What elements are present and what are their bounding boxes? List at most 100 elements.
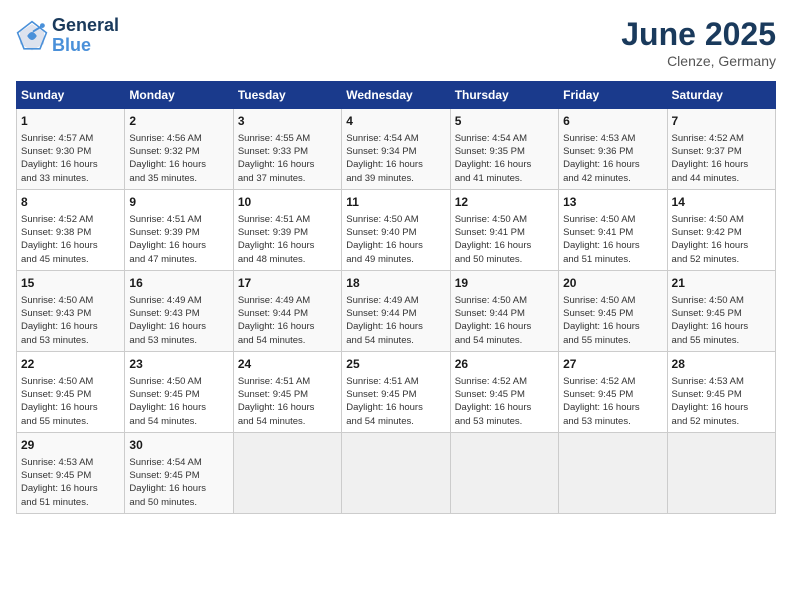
day-number: 3 (238, 113, 337, 130)
calendar-cell: 30 Sunrise: 4:54 AM Sunset: 9:45 PM Dayli… (125, 432, 233, 513)
day-number: 13 (563, 194, 662, 211)
logo-line2: Blue (52, 35, 91, 55)
calendar-cell: 13 Sunrise: 4:50 AM Sunset: 9:41 PM Dayli… (559, 189, 667, 270)
calendar-cell (233, 432, 341, 513)
calendar-cell: 10 Sunrise: 4:51 AM Sunset: 9:39 PM Dayli… (233, 189, 341, 270)
day-number: 4 (346, 113, 445, 130)
day-number: 30 (129, 437, 228, 454)
day-info: Sunrise: 4:51 AM Sunset: 9:39 PM Dayligh… (238, 213, 337, 266)
logo-line1: General (52, 16, 119, 36)
calendar-title: June 2025 (621, 16, 776, 53)
day-info: Sunrise: 4:50 AM Sunset: 9:42 PM Dayligh… (672, 213, 771, 266)
day-info: Sunrise: 4:51 AM Sunset: 9:45 PM Dayligh… (238, 375, 337, 428)
calendar-cell (450, 432, 558, 513)
calendar-cell: 22Sunrise: 4:50 AM Sunset: 9:45 PM Dayli… (17, 351, 125, 432)
day-info: Sunrise: 4:50 AM Sunset: 9:41 PM Dayligh… (563, 213, 662, 266)
day-info: Sunrise: 4:54 AM Sunset: 9:34 PM Dayligh… (346, 132, 445, 185)
calendar-week-1: 8 Sunrise: 4:52 AM Sunset: 9:38 PM Daylig… (17, 189, 776, 270)
day-info: Sunrise: 4:53 AM Sunset: 9:45 PM Dayligh… (672, 375, 771, 428)
calendar-cell: 29 Sunrise: 4:53 AM Sunset: 9:45 PM Dayli… (17, 432, 125, 513)
calendar-cell: 5Sunrise: 4:54 AM Sunset: 9:35 PM Daylig… (450, 109, 558, 190)
day-number: 11 (346, 194, 445, 211)
calendar-cell: 26 Sunrise: 4:52 AM Sunset: 9:45 PM Dayli… (450, 351, 558, 432)
calendar-week-4: 29 Sunrise: 4:53 AM Sunset: 9:45 PM Dayli… (17, 432, 776, 513)
day-info: Sunrise: 4:57 AM Sunset: 9:30 PM Dayligh… (21, 132, 120, 185)
day-info: Sunrise: 4:56 AM Sunset: 9:32 PM Dayligh… (129, 132, 228, 185)
page-header: General Blue June 2025 Clenze, Germany (16, 16, 776, 69)
day-number: 7 (672, 113, 771, 130)
day-info: Sunrise: 4:50 AM Sunset: 9:44 PM Dayligh… (455, 294, 554, 347)
col-tuesday: Tuesday (233, 82, 341, 109)
calendar-week-3: 22Sunrise: 4:50 AM Sunset: 9:45 PM Dayli… (17, 351, 776, 432)
calendar-cell: 24Sunrise: 4:51 AM Sunset: 9:45 PM Dayli… (233, 351, 341, 432)
day-number: 1 (21, 113, 120, 130)
calendar-cell: 9 Sunrise: 4:51 AM Sunset: 9:39 PM Daylig… (125, 189, 233, 270)
col-wednesday: Wednesday (342, 82, 450, 109)
day-number: 20 (563, 275, 662, 292)
day-number: 21 (672, 275, 771, 292)
day-number: 17 (238, 275, 337, 292)
day-number: 15 (21, 275, 120, 292)
day-number: 23 (129, 356, 228, 373)
day-number: 16 (129, 275, 228, 292)
day-info: Sunrise: 4:50 AM Sunset: 9:43 PM Dayligh… (21, 294, 120, 347)
title-block: June 2025 Clenze, Germany (621, 16, 776, 69)
calendar-cell: 17Sunrise: 4:49 AM Sunset: 9:44 PM Dayli… (233, 270, 341, 351)
calendar-cell: 20 Sunrise: 4:50 AM Sunset: 9:45 PM Dayli… (559, 270, 667, 351)
calendar-cell: 2Sunrise: 4:56 AM Sunset: 9:32 PM Daylig… (125, 109, 233, 190)
calendar-cell: 23 Sunrise: 4:50 AM Sunset: 9:45 PM Dayli… (125, 351, 233, 432)
day-info: Sunrise: 4:51 AM Sunset: 9:45 PM Dayligh… (346, 375, 445, 428)
calendar-week-2: 15 Sunrise: 4:50 AM Sunset: 9:43 PM Dayli… (17, 270, 776, 351)
day-info: Sunrise: 4:54 AM Sunset: 9:35 PM Dayligh… (455, 132, 554, 185)
logo: General Blue (16, 16, 119, 56)
col-sunday: Sunday (17, 82, 125, 109)
day-number: 18 (346, 275, 445, 292)
day-number: 10 (238, 194, 337, 211)
day-info: Sunrise: 4:50 AM Sunset: 9:45 PM Dayligh… (129, 375, 228, 428)
day-info: Sunrise: 4:50 AM Sunset: 9:45 PM Dayligh… (563, 294, 662, 347)
day-info: Sunrise: 4:52 AM Sunset: 9:38 PM Dayligh… (21, 213, 120, 266)
calendar-table: Sunday Monday Tuesday Wednesday Thursday… (16, 81, 776, 514)
header-row: Sunday Monday Tuesday Wednesday Thursday… (17, 82, 776, 109)
day-number: 8 (21, 194, 120, 211)
col-saturday: Saturday (667, 82, 775, 109)
day-number: 9 (129, 194, 228, 211)
day-number: 19 (455, 275, 554, 292)
day-info: Sunrise: 4:52 AM Sunset: 9:45 PM Dayligh… (455, 375, 554, 428)
calendar-subtitle: Clenze, Germany (621, 53, 776, 69)
calendar-week-0: 1 Sunrise: 4:57 AM Sunset: 9:30 PM Daylig… (17, 109, 776, 190)
day-info: Sunrise: 4:50 AM Sunset: 9:41 PM Dayligh… (455, 213, 554, 266)
day-number: 25 (346, 356, 445, 373)
day-number: 29 (21, 437, 120, 454)
col-monday: Monday (125, 82, 233, 109)
calendar-cell: 18Sunrise: 4:49 AM Sunset: 9:44 PM Dayli… (342, 270, 450, 351)
day-info: Sunrise: 4:54 AM Sunset: 9:45 PM Dayligh… (129, 456, 228, 509)
calendar-cell: 21 Sunrise: 4:50 AM Sunset: 9:45 PM Dayli… (667, 270, 775, 351)
day-info: Sunrise: 4:51 AM Sunset: 9:39 PM Dayligh… (129, 213, 228, 266)
day-info: Sunrise: 4:53 AM Sunset: 9:36 PM Dayligh… (563, 132, 662, 185)
calendar-cell: 27Sunrise: 4:52 AM Sunset: 9:45 PM Dayli… (559, 351, 667, 432)
day-number: 14 (672, 194, 771, 211)
day-number: 26 (455, 356, 554, 373)
day-number: 28 (672, 356, 771, 373)
calendar-cell: 6Sunrise: 4:53 AM Sunset: 9:36 PM Daylig… (559, 109, 667, 190)
calendar-cell: 4 Sunrise: 4:54 AM Sunset: 9:34 PM Daylig… (342, 109, 450, 190)
logo-text: General Blue (52, 16, 119, 56)
calendar-cell: 11Sunrise: 4:50 AM Sunset: 9:40 PM Dayli… (342, 189, 450, 270)
day-info: Sunrise: 4:49 AM Sunset: 9:43 PM Dayligh… (129, 294, 228, 347)
logo-icon (16, 20, 48, 52)
calendar-cell: 3 Sunrise: 4:55 AM Sunset: 9:33 PM Daylig… (233, 109, 341, 190)
day-info: Sunrise: 4:50 AM Sunset: 9:45 PM Dayligh… (21, 375, 120, 428)
calendar-cell: 28 Sunrise: 4:53 AM Sunset: 9:45 PM Dayli… (667, 351, 775, 432)
calendar-cell: 8 Sunrise: 4:52 AM Sunset: 9:38 PM Daylig… (17, 189, 125, 270)
day-info: Sunrise: 4:55 AM Sunset: 9:33 PM Dayligh… (238, 132, 337, 185)
calendar-cell (559, 432, 667, 513)
day-info: Sunrise: 4:52 AM Sunset: 9:37 PM Dayligh… (672, 132, 771, 185)
day-number: 12 (455, 194, 554, 211)
calendar-cell (667, 432, 775, 513)
day-info: Sunrise: 4:50 AM Sunset: 9:45 PM Dayligh… (672, 294, 771, 347)
calendar-cell: 14 Sunrise: 4:50 AM Sunset: 9:42 PM Dayli… (667, 189, 775, 270)
calendar-cell: 16 Sunrise: 4:49 AM Sunset: 9:43 PM Dayli… (125, 270, 233, 351)
day-info: Sunrise: 4:53 AM Sunset: 9:45 PM Dayligh… (21, 456, 120, 509)
calendar-cell: 15 Sunrise: 4:50 AM Sunset: 9:43 PM Dayli… (17, 270, 125, 351)
